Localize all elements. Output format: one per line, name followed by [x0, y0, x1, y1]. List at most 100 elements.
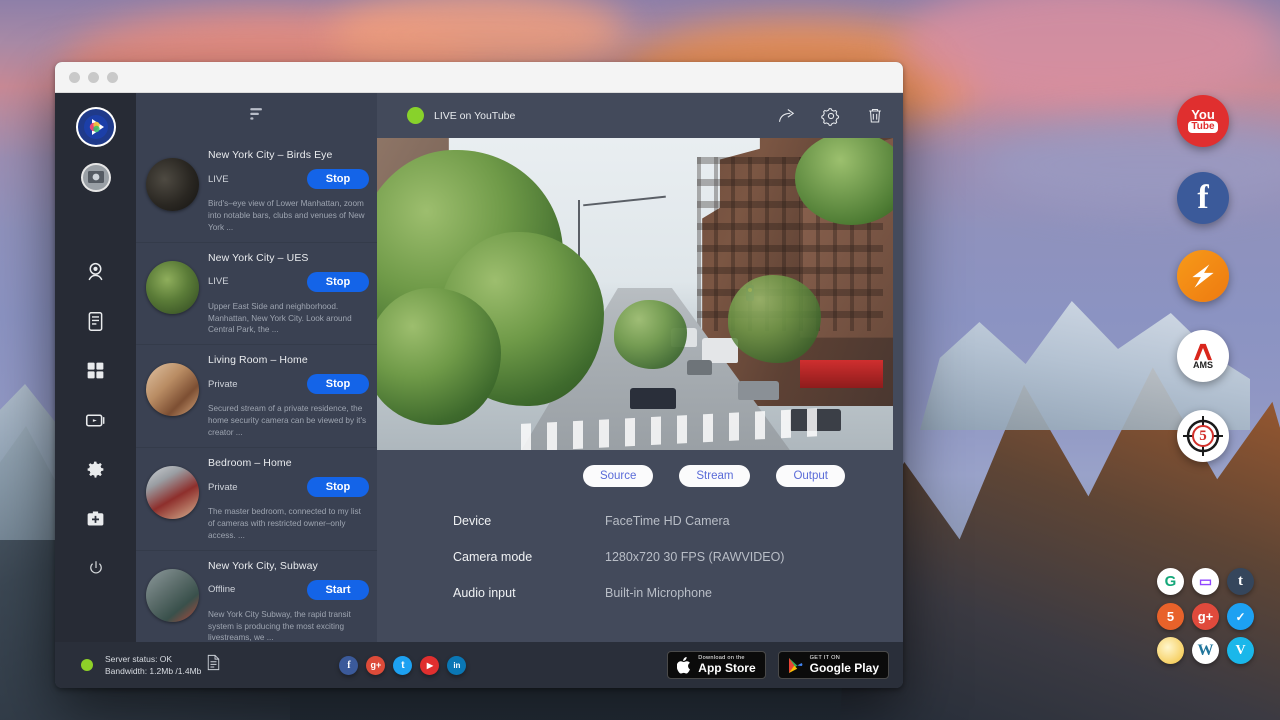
share-icon[interactable] [777, 106, 797, 126]
camera-row: Private Stop [208, 477, 369, 497]
social-youtube[interactable]: ▶ [420, 656, 439, 675]
window-close-button[interactable] [69, 72, 80, 83]
social-linkedin[interactable]: in [447, 656, 466, 675]
bolt-icon [1186, 259, 1220, 293]
preview-tree [614, 300, 686, 369]
main-panel: LIVE on YouTube [377, 93, 903, 642]
info-row-camera-mode: Camera mode 1280x720 30 FPS (RAWVIDEO) [453, 550, 903, 564]
tumblr-label: t [1238, 573, 1243, 590]
app-store-text: Download on the App Store [698, 656, 755, 675]
sidebar-item-logs[interactable] [76, 300, 116, 343]
info-row-device: Device FaceTime HD Camera [453, 514, 903, 528]
sort-filter-icon[interactable] [248, 105, 265, 127]
camera-description: The master bedroom, connected to my list… [208, 506, 369, 542]
list-item[interactable]: Living Room – Home Private Stop Secured … [136, 345, 377, 448]
camera-thumbnail [146, 158, 199, 211]
camera-row: Private Stop [208, 374, 369, 394]
camera-info: Living Room – Home Private Stop Secured … [208, 351, 369, 439]
list-item[interactable]: Bedroom – Home Private Stop The master b… [136, 448, 377, 551]
camera-description: Upper East Side and neighborhood. Manhat… [208, 301, 369, 337]
social-google-plus[interactable]: g+ [366, 656, 385, 675]
sidebar-item-cameras[interactable] [76, 250, 116, 293]
desktop-icon-facebook[interactable]: f [1177, 172, 1229, 224]
sidebar-item-power[interactable] [76, 547, 116, 590]
app-store-badge[interactable]: Download on the App Store [667, 651, 765, 679]
device-list-icon [85, 311, 106, 332]
camera-state: LIVE [208, 174, 229, 185]
sidebar-item-settings[interactable] [76, 448, 116, 491]
camera-info: New York City, Subway Offline Start New … [208, 557, 369, 642]
camera-info: Bedroom – Home Private Stop The master b… [208, 454, 369, 542]
camera-preview[interactable] [377, 138, 893, 450]
camera-thumbnail [146, 466, 199, 519]
desktop-icon-twitch[interactable]: ▭ [1192, 568, 1219, 595]
play-triangle-icon [788, 657, 803, 674]
youtube-label-top: You [1188, 109, 1217, 120]
info-value: FaceTime HD Camera [605, 514, 730, 528]
sidebar-item-app-logo[interactable] [76, 107, 116, 147]
google-play-badge[interactable]: GET IT ON Google Play [778, 651, 889, 679]
window-titlebar[interactable] [55, 62, 903, 93]
camera-action-button[interactable]: Stop [307, 477, 369, 497]
camera-row: LIVE Stop [208, 272, 369, 292]
desktop-icon-google-plus[interactable]: g+ [1192, 603, 1219, 630]
google-play-text: GET IT ON Google Play [810, 656, 879, 675]
camera-action-button[interactable]: Stop [307, 169, 369, 189]
list-item[interactable]: New York City, Subway Offline Start New … [136, 551, 377, 642]
social-label: ▶ [427, 661, 433, 670]
desktop-icon-adobe-ams[interactable]: AMS [1177, 330, 1229, 382]
target-five-label: 5 [1199, 428, 1207, 445]
desktop-icon-sun[interactable] [1157, 637, 1184, 664]
window-minimize-button[interactable] [88, 72, 99, 83]
left-rail [55, 93, 136, 642]
desktop-icon-wordpress[interactable]: W [1192, 637, 1219, 664]
tab-output[interactable]: Output [776, 465, 845, 487]
gear-icon [85, 459, 106, 480]
window-maximize-button[interactable] [107, 72, 118, 83]
main-toolbar: LIVE on YouTube [377, 93, 903, 138]
camera-info: New York City – UES LIVE Stop Upper East… [208, 249, 369, 337]
cloud [980, 120, 1280, 210]
desktop-icon-grammarly[interactable]: G [1157, 568, 1184, 595]
live-status-label: LIVE on YouTube [434, 110, 515, 122]
tab-stream[interactable]: Stream [679, 465, 750, 487]
camera-list-panel: New York City – Birds Eye LIVE Stop Bird… [136, 93, 377, 642]
info-value: Built-in Microphone [605, 586, 712, 600]
desktop-icon-bolt[interactable] [1177, 250, 1229, 302]
camera-title: New York City, Subway [208, 560, 369, 572]
desktop-icon-five[interactable]: 5 [1157, 603, 1184, 630]
info-row-audio-input: Audio input Built-in Microphone [453, 586, 903, 600]
trash-icon[interactable] [865, 106, 885, 126]
camera-list-toolbar [136, 93, 377, 138]
camera-action-button[interactable]: Stop [307, 272, 369, 292]
desktop-icon-vimeo[interactable]: V [1227, 637, 1254, 664]
server-status-line: Server status: OK [105, 653, 201, 665]
gear-icon[interactable] [821, 106, 841, 126]
camera-description: Bird's–eye view of Lower Manhattan, zoom… [208, 198, 369, 234]
tab-source[interactable]: Source [583, 465, 653, 487]
twitch-label: ▭ [1199, 573, 1212, 590]
desktop-icon-youtube[interactable]: You Tube [1177, 95, 1229, 147]
sidebar-item-user-avatar[interactable] [81, 163, 111, 193]
preview-vehicle [630, 388, 676, 410]
sidebar-item-add-source[interactable] [76, 497, 116, 540]
info-value: 1280x720 30 FPS (RAWVIDEO) [605, 550, 784, 564]
desktop-icon-twitter[interactable]: ✓ [1227, 603, 1254, 630]
camera-action-button[interactable]: Stop [307, 374, 369, 394]
desktop-icon-tumblr[interactable]: t [1227, 568, 1254, 595]
sidebar-item-dashboard[interactable] [76, 349, 116, 392]
source-info: Device FaceTime HD Camera Camera mode 12… [377, 487, 903, 622]
grid-icon [85, 360, 106, 381]
list-item[interactable]: New York City – UES LIVE Stop Upper East… [136, 243, 377, 346]
social-facebook[interactable]: f [339, 656, 358, 675]
five-label: 5 [1167, 609, 1174, 624]
social-twitter[interactable]: t [393, 656, 412, 675]
preview-vehicle [687, 360, 713, 376]
server-status-dot [81, 659, 93, 671]
document-info-icon[interactable] [206, 654, 221, 676]
desktop-icon-target-five[interactable]: 5 [1177, 410, 1229, 462]
list-item[interactable]: New York City – Birds Eye LIVE Stop Bird… [136, 140, 377, 243]
camera-list[interactable]: New York City – Birds Eye LIVE Stop Bird… [136, 138, 377, 642]
sidebar-item-broadcast[interactable] [76, 398, 116, 441]
camera-action-button[interactable]: Start [307, 580, 369, 600]
